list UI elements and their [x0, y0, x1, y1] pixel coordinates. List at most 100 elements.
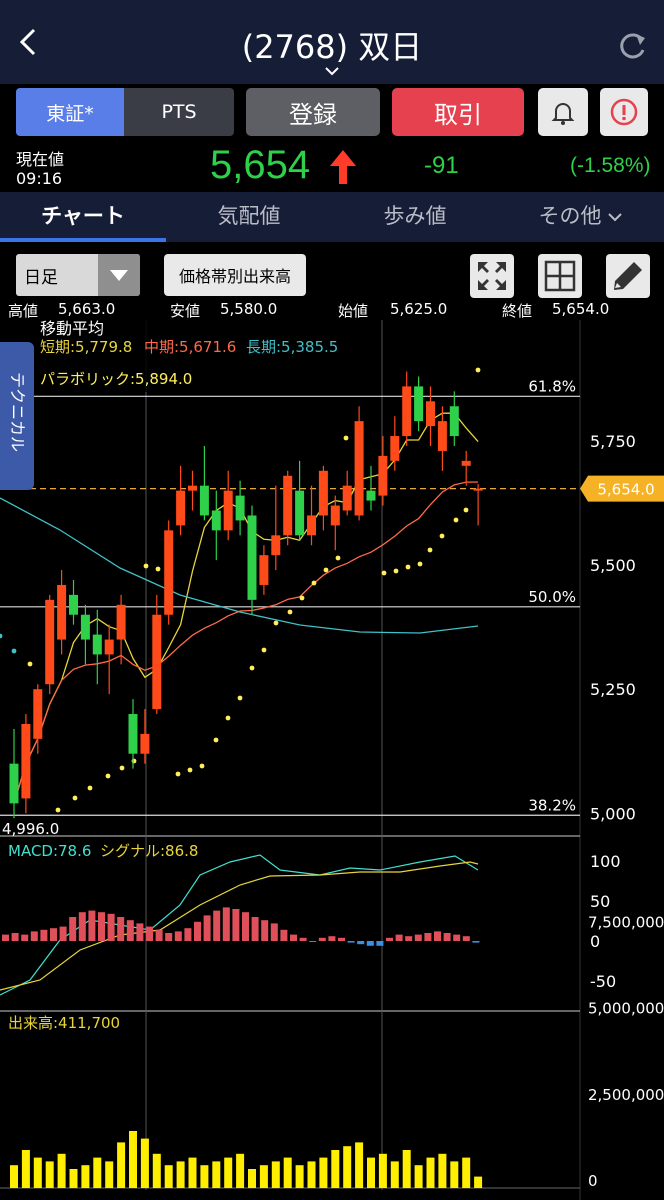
info-button[interactable] [600, 88, 648, 136]
volume-bar [343, 1146, 352, 1188]
price-tick-label: 5,750 [590, 432, 636, 451]
chevron-down-icon [607, 213, 622, 222]
candle-body [92, 634, 102, 655]
market-pts-button[interactable]: PTS [124, 88, 234, 136]
app: (2768) 双日 東証* PTS 登録 取引 現在値 09:16 5,654 … [0, 0, 664, 1200]
trade-button[interactable]: 取引 [392, 88, 524, 136]
macd-histogram-bar [136, 923, 144, 941]
ma-long-value: 長期:5,385.5 [246, 338, 338, 356]
volume-bar [129, 1131, 137, 1188]
candle-body [21, 723, 31, 799]
parabolic-dot [439, 533, 445, 539]
macd-histogram-bar [242, 912, 249, 941]
chevron-down-icon[interactable] [322, 64, 342, 78]
page-title: (2768) 双日 [241, 28, 423, 66]
volume-bar [414, 1165, 423, 1188]
tab-steps[interactable]: 歩み値 [332, 200, 498, 230]
macd-histogram-bar [40, 929, 48, 941]
fib-label: 50.0% [528, 588, 576, 606]
high-value: 5,663.0 [58, 300, 116, 318]
macd-histogram-bar [155, 929, 163, 941]
parabolic-dot [87, 785, 93, 791]
macd-value: MACD:78.6 [8, 842, 91, 860]
technical-tab-label: テクニカル [8, 372, 27, 452]
parabolic-dot [27, 661, 33, 667]
market-tse-button[interactable]: 東証* [16, 88, 124, 136]
ma-short-value: 短期:5,779.8 [40, 338, 132, 356]
parabolic-dot [417, 561, 423, 567]
volume-bar [474, 1176, 483, 1188]
parabolic-dot [311, 580, 317, 586]
candle-body [342, 485, 352, 511]
layout-button[interactable] [538, 254, 582, 298]
candle-body [449, 406, 459, 437]
macd-histogram-bar [414, 934, 422, 941]
parabolic-dot [143, 563, 149, 569]
macd-histogram-bar [462, 936, 470, 941]
macd-histogram-bar [280, 929, 288, 941]
candle-body [437, 421, 447, 451]
parabolic-dot [155, 566, 161, 572]
volume-bar [402, 1150, 411, 1188]
candle-body [116, 604, 126, 640]
tab-other[interactable]: その他 [498, 200, 664, 230]
macd-histogram-bar [443, 933, 451, 941]
volume-bar [355, 1142, 364, 1188]
volume-bar [200, 1165, 209, 1188]
volume-bar [21, 1150, 30, 1188]
open-value: 5,625.0 [390, 300, 448, 318]
fullscreen-button[interactable] [470, 254, 514, 298]
low-value: 5,580.0 [220, 300, 278, 318]
parabolic-dot [119, 765, 125, 771]
parabolic-dot [405, 564, 411, 570]
macd-histogram-bar [59, 926, 67, 941]
macd-histogram-bar [107, 913, 115, 941]
technical-side-tab[interactable]: テクニカル [0, 342, 34, 490]
parabolic-dot [72, 795, 78, 801]
current-price-tag-text: 5,654.0 [597, 481, 654, 499]
low-label: 安値 [170, 302, 201, 320]
parabolic-dot [475, 367, 481, 373]
period-dropdown-button[interactable] [98, 254, 140, 296]
candle-body [461, 460, 471, 466]
candle-body [378, 455, 388, 496]
candle-body [164, 530, 174, 615]
volume-bar [33, 1157, 42, 1188]
parabolic-dot [261, 647, 267, 653]
parabolic-dot [393, 568, 399, 574]
candle-body [354, 421, 364, 516]
volume-profile-button[interactable]: 価格帯別出来高 [164, 254, 306, 296]
macd-histogram-bar [386, 937, 393, 941]
tab-chart[interactable]: チャート [0, 200, 166, 230]
volume-bar [176, 1161, 185, 1188]
parabolic-dot [427, 547, 433, 553]
close-label: 終値 [502, 302, 533, 320]
parabolic-dot [11, 648, 17, 654]
volume-bar [93, 1157, 102, 1188]
volume-bar [57, 1153, 66, 1188]
signal-value: シグナル:86.8 [100, 842, 198, 860]
stock-chart[interactable]: 61.8% 50.0% 38.2% 5,654.0 5,750 5,500 5,250 5,0… [0, 320, 664, 1200]
volume-bar [117, 1142, 126, 1188]
tab-board[interactable]: 気配値 [166, 200, 332, 230]
parabolic-dot [213, 737, 219, 743]
candle-body [283, 475, 293, 536]
parabolic-dot [0, 633, 3, 639]
macd-histogram-bar [270, 923, 278, 941]
volume-bar [164, 1165, 173, 1188]
volume-bar [271, 1161, 280, 1188]
register-button[interactable]: 登録 [246, 88, 380, 136]
grid-icon [544, 260, 576, 292]
macd-histogram-bar [328, 936, 336, 941]
candle-body [223, 490, 233, 531]
refresh-icon[interactable] [612, 26, 652, 66]
draw-button[interactable] [606, 254, 650, 298]
volume-bar [283, 1157, 292, 1188]
technical-tab-label-svg: テクニカル [8, 372, 27, 452]
current-price-label: 現在値 [16, 150, 65, 169]
open-label: 始値 [338, 302, 369, 320]
alert-button[interactable] [538, 88, 588, 136]
macd-histogram-bar [424, 933, 432, 941]
parabolic-dot [343, 435, 349, 441]
macd-histogram-bar [117, 917, 125, 941]
